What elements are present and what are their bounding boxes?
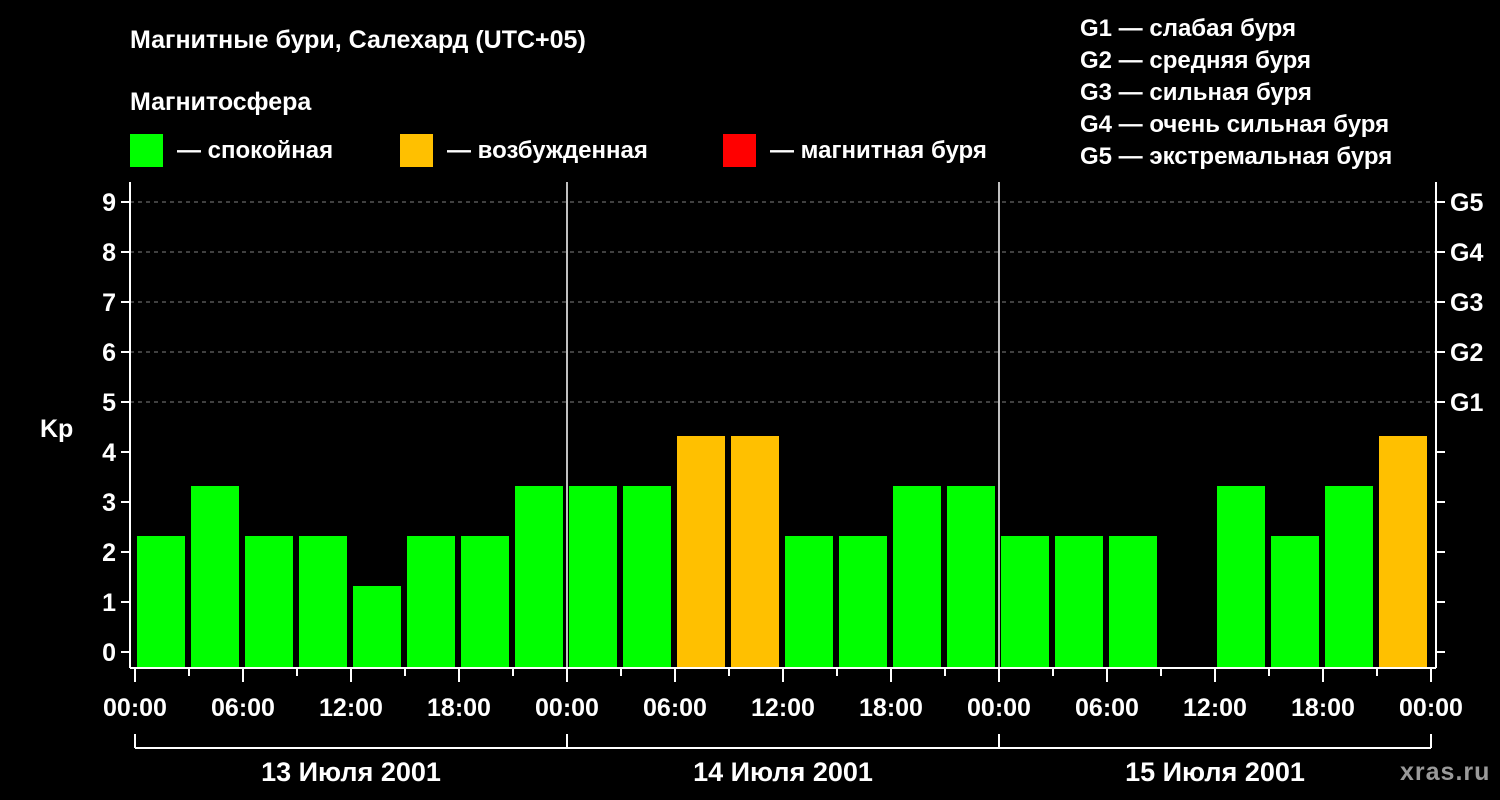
storm-level-g1: G1 — слабая буря: [1080, 15, 1296, 42]
y-tick-label-6: 6: [102, 339, 116, 367]
y-tick-label-5: 5: [102, 389, 116, 417]
g-label-g2: G2: [1450, 339, 1483, 367]
bar-1: [191, 486, 239, 668]
bar-3: [299, 536, 347, 668]
legend-swatch-storm: [723, 134, 756, 167]
axes: 0 1 2 3 4 5 6 7 8 9 G1 G2 G3 G4 G5 00:00 06:00 12:00 18:00…: [102, 182, 1483, 787]
y-axis-label: Kp: [40, 415, 73, 443]
bar-8: [569, 486, 617, 668]
storm-level-g5: G5 — экстремальная буря: [1080, 143, 1392, 170]
y-tick-label-1: 1: [102, 589, 116, 617]
day-label-1: 14 Июля 2001: [693, 757, 873, 787]
legend-label-quiet: — спокойная: [177, 137, 333, 164]
bar-18: [1109, 536, 1157, 668]
chart-subtitle: Магнитосфера: [130, 88, 312, 116]
bar-20: [1217, 486, 1265, 668]
x-tick-label-7: 18:00: [859, 694, 923, 722]
day-label-0: 13 Июля 2001: [261, 757, 441, 787]
kp-bar-chart: Магнитные бури, Салехард (UTC+05) Магнит…: [40, 15, 1490, 787]
grid-lines: [130, 201, 1436, 403]
watermark: xras.ru: [1400, 758, 1490, 786]
x-tick-label-9: 06:00: [1075, 694, 1139, 722]
g-label-g3: G3: [1450, 289, 1483, 317]
x-tick-label-1: 06:00: [211, 694, 275, 722]
storm-level-g2: G2 — средняя буря: [1080, 47, 1311, 74]
x-tick-label-3: 18:00: [427, 694, 491, 722]
legend-swatch-active: [400, 134, 433, 167]
y-tick-label-8: 8: [102, 239, 116, 267]
legend: — спокойная — возбужденная — магнитная б…: [130, 134, 987, 167]
storm-level-legend: G1 — слабая буря G2 — средняя буря G3 — …: [1080, 15, 1392, 170]
y-tick-label-4: 4: [102, 439, 116, 467]
bars: [137, 436, 1427, 668]
g-label-g5: G5: [1450, 189, 1483, 217]
bar-5: [407, 536, 455, 668]
bar-22: [1325, 486, 1373, 668]
x-tick-label-5: 06:00: [643, 694, 707, 722]
bar-11: [731, 436, 779, 668]
bar-0: [137, 536, 185, 668]
bar-4: [353, 586, 401, 668]
x-tick-label-11: 18:00: [1291, 694, 1355, 722]
chart-title: Магнитные бури, Салехард (UTC+05): [130, 26, 586, 54]
bar-13: [839, 536, 887, 668]
x-tick-label-10: 12:00: [1183, 694, 1247, 722]
y-tick-label-7: 7: [102, 289, 116, 317]
g-label-g4: G4: [1450, 239, 1483, 267]
bar-14: [893, 486, 941, 668]
x-tick-label-2: 12:00: [319, 694, 383, 722]
bar-15: [947, 486, 995, 668]
legend-label-active: — возбужденная: [447, 137, 648, 164]
bar-7: [515, 486, 563, 668]
bar-23: [1379, 436, 1427, 668]
x-tick-label-12: 00:00: [1399, 694, 1463, 722]
bar-10: [677, 436, 725, 668]
x-tick-label-4: 00:00: [535, 694, 599, 722]
legend-label-storm: — магнитная буря: [770, 137, 987, 164]
bar-2: [245, 536, 293, 668]
bar-16: [1001, 536, 1049, 668]
bar-17: [1055, 536, 1103, 668]
y-tick-label-9: 9: [102, 189, 116, 217]
x-tick-label-8: 00:00: [967, 694, 1031, 722]
y-tick-label-2: 2: [102, 539, 116, 567]
bar-21: [1271, 536, 1319, 668]
day-label-2: 15 Июля 2001: [1125, 757, 1305, 787]
bar-9: [623, 486, 671, 668]
storm-level-g3: G3 — сильная буря: [1080, 79, 1312, 106]
g-label-g1: G1: [1450, 389, 1483, 417]
bar-6: [461, 536, 509, 668]
bar-12: [785, 536, 833, 668]
legend-swatch-quiet: [130, 134, 163, 167]
x-tick-label-0: 00:00: [103, 694, 167, 722]
storm-level-g4: G4 — очень сильная буря: [1080, 111, 1389, 138]
x-tick-label-6: 12:00: [751, 694, 815, 722]
y-tick-label-3: 3: [102, 489, 116, 517]
y-tick-label-0: 0: [102, 639, 116, 667]
